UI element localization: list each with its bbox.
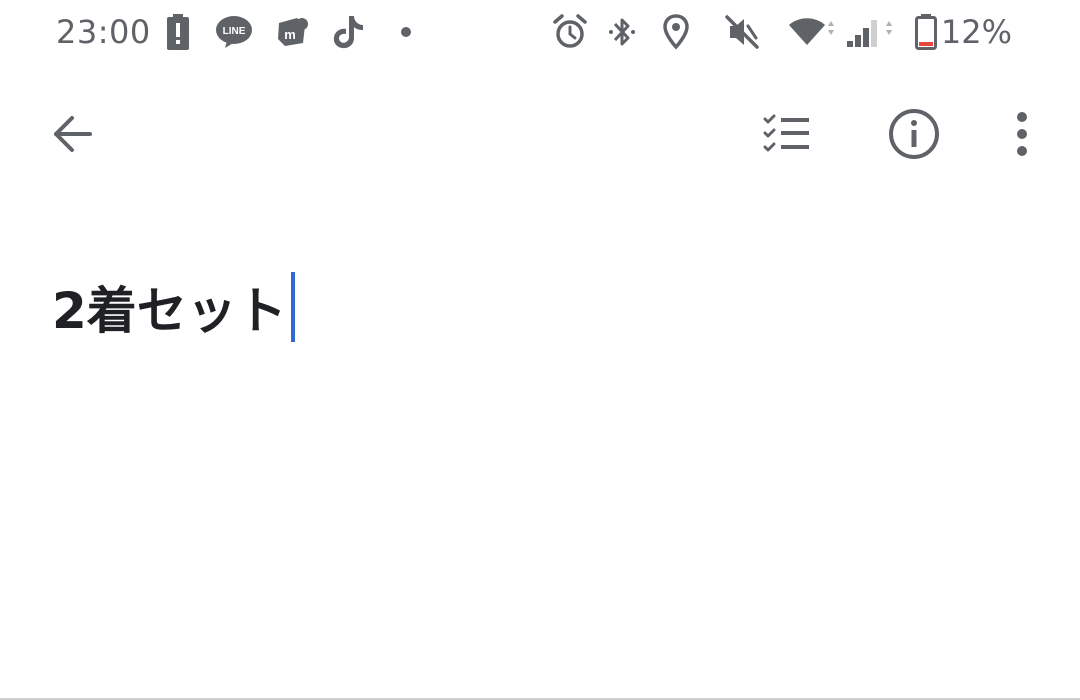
cellular-signal-icon (844, 12, 896, 52)
back-arrow-icon (54, 116, 92, 152)
note-toolbar (0, 64, 1080, 206)
info-button[interactable] (882, 102, 946, 166)
svg-text:LINE: LINE (223, 26, 246, 37)
status-bar: 23:00 LINE m 12% (0, 0, 1080, 64)
checklist-icon (763, 114, 809, 152)
vibrate-off-icon (722, 12, 762, 52)
note-title-text: 2着セット (52, 282, 287, 340)
bluetooth-icon (602, 12, 642, 52)
info-icon (889, 109, 939, 159)
more-vert-icon (1017, 112, 1027, 156)
tiktok-app-icon (328, 12, 368, 52)
battery-alert-icon (158, 12, 198, 52)
status-time: 23:00 (56, 13, 151, 51)
alarm-icon (550, 12, 590, 52)
checklist-button[interactable] (756, 102, 820, 166)
back-button[interactable] (40, 102, 104, 166)
battery-percent: 12% (940, 13, 1012, 51)
more-options-button[interactable] (990, 102, 1054, 166)
wifi-icon (786, 12, 838, 52)
location-icon (656, 12, 696, 52)
note-editor[interactable]: 2着セット (0, 206, 1080, 698)
note-title-field[interactable]: 2着セット (52, 272, 295, 342)
svg-text:m: m (284, 27, 296, 42)
screen: 23:00 LINE m 12% 2着セット (0, 0, 1080, 700)
line-app-icon: LINE (214, 12, 254, 52)
text-caret (290, 272, 295, 342)
notification-dot-icon (386, 12, 426, 52)
mercari-app-icon: m (272, 12, 312, 52)
